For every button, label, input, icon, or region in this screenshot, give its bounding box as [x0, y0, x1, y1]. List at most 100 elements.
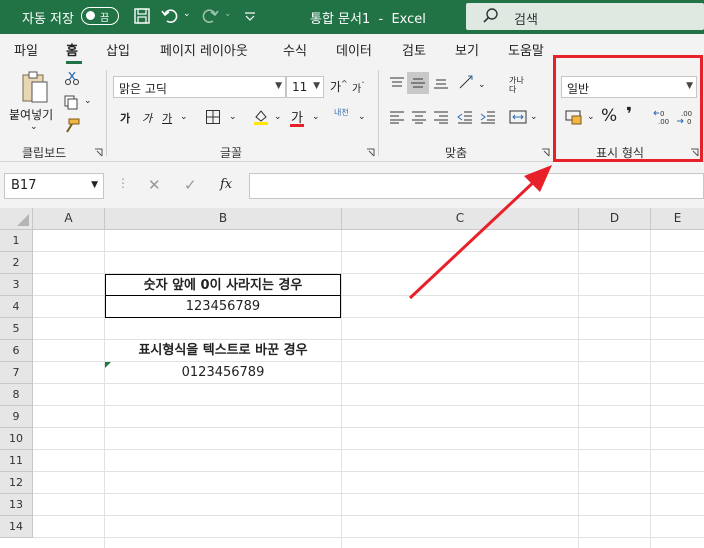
- tab-page-layout[interactable]: 페이지 레이아웃: [160, 40, 248, 59]
- paste-icon[interactable]: [20, 70, 50, 104]
- chevron-down-icon: ▼: [313, 81, 320, 91]
- spreadsheet-grid: A B C D E 1 2 3 4 5 6 7 8 9 10 11 12 13 14 숫자 앞에 0이 사…: [0, 208, 704, 548]
- font-size-combo[interactable]: 11 ▼: [286, 76, 324, 98]
- clipboard-group-label: 클립보드: [22, 146, 67, 160]
- font-name-combo[interactable]: 맑은 고딕 ▼: [113, 76, 286, 98]
- gridline: [33, 537, 704, 538]
- font-color-bar: [290, 124, 304, 127]
- enter-icon[interactable]: ✓: [184, 176, 197, 194]
- borders-icon[interactable]: [205, 109, 221, 125]
- fill-color-dropdown-icon[interactable]: ⌄: [274, 112, 282, 122]
- cancel-icon[interactable]: ✕: [148, 176, 161, 194]
- gridline: [33, 251, 704, 252]
- copy-dropdown-icon[interactable]: ⌄: [84, 96, 92, 106]
- tab-insert[interactable]: 삽입: [106, 40, 130, 59]
- tab-review[interactable]: 검토: [402, 40, 426, 59]
- underline-button[interactable]: 가: [162, 110, 172, 126]
- insert-function-button[interactable]: fx: [220, 177, 232, 192]
- row-header-4[interactable]: 4: [0, 296, 33, 318]
- cell-b6[interactable]: 표시형식을 텍스트로 바꾼 경우: [105, 340, 341, 362]
- grow-font-button[interactable]: 가^: [330, 78, 348, 95]
- row-header-2[interactable]: 2: [0, 252, 33, 274]
- column-header-a[interactable]: A: [33, 208, 105, 230]
- align-bottom-icon[interactable]: [433, 76, 449, 90]
- gridline: [33, 471, 704, 472]
- column-header-e[interactable]: E: [651, 208, 704, 230]
- tab-view[interactable]: 보기: [455, 40, 479, 59]
- row-header-14[interactable]: 14: [0, 516, 33, 538]
- group-divider: [378, 70, 379, 156]
- font-launcher-icon[interactable]: [366, 148, 375, 157]
- align-left-icon[interactable]: [389, 110, 405, 124]
- underline-dropdown-icon[interactable]: ⌄: [180, 112, 188, 122]
- chevron-down-icon: ▼: [91, 180, 98, 190]
- column-header-b[interactable]: B: [105, 208, 342, 230]
- row-header-10[interactable]: 10: [0, 428, 33, 450]
- wrap-text-icon[interactable]: 가나다: [509, 76, 525, 94]
- column-header-d[interactable]: D: [579, 208, 651, 230]
- font-color-dropdown-icon[interactable]: ⌄: [312, 112, 320, 122]
- row-header-8[interactable]: 8: [0, 384, 33, 406]
- row-header-12[interactable]: 12: [0, 472, 33, 494]
- error-indicator-icon[interactable]: [105, 362, 111, 368]
- cell-b7[interactable]: 0123456789: [105, 362, 341, 384]
- name-box[interactable]: B17 ▼: [4, 173, 104, 199]
- customize-toolbar-icon[interactable]: [240, 6, 260, 26]
- search-box[interactable]: 검색: [466, 3, 704, 30]
- italic-button[interactable]: 가: [142, 110, 152, 126]
- decrease-indent-icon[interactable]: [457, 110, 473, 124]
- row-header-6[interactable]: 6: [0, 340, 33, 362]
- orientation-icon[interactable]: [458, 74, 476, 92]
- paste-label[interactable]: 붙여넣기: [9, 106, 53, 123]
- align-middle-icon[interactable]: [410, 76, 426, 90]
- row-header-1[interactable]: 1: [0, 230, 33, 252]
- group-divider: [106, 70, 107, 156]
- phonetic-dropdown-icon[interactable]: ⌄: [358, 112, 366, 122]
- gridline: [33, 405, 704, 406]
- tab-home[interactable]: 홈: [66, 40, 78, 59]
- drag-handle-icon[interactable]: ⋮: [117, 176, 129, 190]
- tab-formulas[interactable]: 수식: [283, 40, 307, 59]
- fill-color-icon[interactable]: [252, 108, 270, 126]
- row-header-3[interactable]: 3: [0, 274, 33, 296]
- document-title: 통합 문서1 - Excel: [310, 12, 426, 27]
- paste-dropdown-icon[interactable]: ⌄: [30, 122, 38, 132]
- clipboard-launcher-icon[interactable]: [94, 148, 103, 157]
- tab-help[interactable]: 도움말: [508, 40, 544, 59]
- shrink-font-button[interactable]: 가ˇ: [352, 80, 365, 95]
- select-all-corner[interactable]: [0, 208, 33, 230]
- cut-icon[interactable]: [64, 70, 80, 86]
- redo-icon[interactable]: [200, 6, 220, 26]
- callout-arrow-icon: [408, 165, 552, 300]
- grow-font-glyph: 가: [330, 80, 342, 94]
- row-header-13[interactable]: 13: [0, 494, 33, 516]
- orientation-dropdown-icon[interactable]: ⌄: [478, 80, 486, 90]
- select-all-icon: [17, 214, 29, 226]
- align-right-icon[interactable]: [433, 110, 449, 124]
- align-center-icon[interactable]: [411, 110, 427, 124]
- cell-b3[interactable]: 숫자 앞에 0이 사라지는 경우: [105, 274, 341, 296]
- gridline: [33, 449, 704, 450]
- align-top-icon[interactable]: [389, 76, 405, 90]
- autosave-toggle[interactable]: 끔: [81, 7, 119, 25]
- font-size-value: 11: [292, 80, 308, 94]
- row-header-5[interactable]: 5: [0, 318, 33, 340]
- increase-indent-icon[interactable]: [480, 110, 496, 124]
- phonetic-button[interactable]: 내천: [334, 107, 349, 118]
- merge-center-icon[interactable]: [509, 109, 527, 125]
- cell-b4[interactable]: 123456789: [105, 296, 341, 318]
- tab-data[interactable]: 데이터: [336, 40, 372, 59]
- alignment-launcher-icon[interactable]: [541, 148, 550, 157]
- borders-dropdown-icon[interactable]: ⌄: [229, 112, 237, 122]
- row-header-11[interactable]: 11: [0, 450, 33, 472]
- bold-button[interactable]: 가: [120, 110, 130, 126]
- merge-dropdown-icon[interactable]: ⌄: [530, 112, 538, 122]
- row-header-7[interactable]: 7: [0, 362, 33, 384]
- format-painter-icon[interactable]: [63, 118, 81, 134]
- copy-icon[interactable]: [63, 94, 79, 110]
- tab-file[interactable]: 파일: [14, 40, 38, 59]
- save-icon[interactable]: [132, 6, 152, 26]
- row-header-9[interactable]: 9: [0, 406, 33, 428]
- formula-bar: B17 ▼ ⋮ ✕ ✓ fx: [0, 162, 704, 208]
- undo-icon[interactable]: [160, 6, 180, 26]
